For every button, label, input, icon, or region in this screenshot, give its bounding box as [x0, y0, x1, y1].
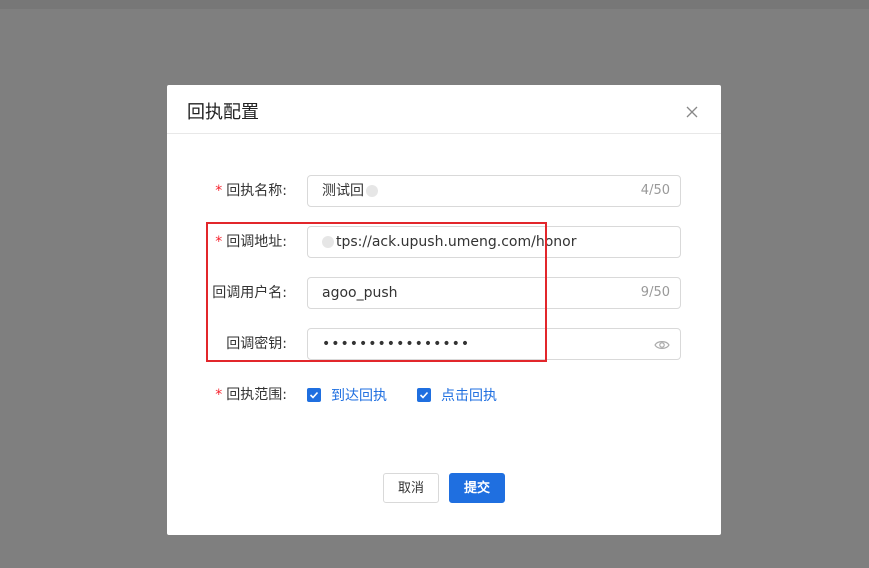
eye-icon — [654, 341, 670, 349]
checkbox-click-receipt[interactable]: 点击回执 — [417, 385, 497, 405]
dialog-header: 回执配置 — [167, 85, 721, 134]
receipt-scope-checkbox-group: 到达回执 点击回执 — [307, 379, 527, 411]
callback-url-label-text: 回调地址: — [226, 234, 287, 250]
callback-username-value: agoo_push — [322, 285, 398, 301]
form-row-receipt-name: * 回执名称: 测试回 4/50 — [167, 175, 721, 207]
form-row-receipt-scope: * 回执范围: 到达回执 点击回执 — [167, 379, 721, 411]
cancel-button[interactable]: 取消 — [383, 473, 439, 503]
top-bar — [0, 0, 869, 9]
toggle-password-visibility-button[interactable] — [654, 337, 670, 351]
close-icon — [686, 106, 698, 118]
form-row-callback-username: 回调用户名: agoo_push 9/50 — [167, 277, 721, 309]
callback-username-count: 9/50 — [640, 285, 670, 300]
callback-username-label: 回调用户名: — [212, 285, 287, 301]
blur-mask — [322, 236, 334, 248]
close-button[interactable] — [682, 102, 702, 122]
form-row-callback-url: * 回调地址: tps://ack.upush.umeng.com/honor — [167, 226, 721, 258]
callback-secret-value: •••••••••••••••• — [322, 336, 471, 352]
receipt-scope-label-text: 回执范围: — [226, 387, 287, 403]
form-row-callback-secret: 回调密钥: •••••••••••••••• — [167, 328, 721, 360]
required-mark: * — [215, 234, 223, 250]
required-mark: * — [215, 387, 223, 403]
receipt-scope-label: * 回执范围: — [215, 379, 287, 411]
callback-secret-input[interactable]: •••••••••••••••• — [307, 328, 681, 360]
checkbox-checked-icon — [417, 388, 431, 402]
callback-url-label: * 回调地址: — [215, 226, 287, 258]
receipt-name-label: * 回执名称: — [215, 175, 287, 207]
checkbox-arrival-receipt[interactable]: 到达回执 — [307, 385, 387, 405]
receipt-name-count: 4/50 — [640, 183, 670, 198]
receipt-name-label-text: 回执名称: — [226, 183, 287, 199]
checkbox-checked-icon — [307, 388, 321, 402]
receipt-name-value-text: 测试回 — [322, 183, 364, 199]
submit-button[interactable]: 提交 — [449, 473, 505, 503]
receipt-config-dialog: 回执配置 * 回执名称: 测试回 4/50 * 回调地址: tps://ack.up… — [167, 85, 721, 535]
blur-mask — [366, 185, 378, 197]
checkbox-label: 到达回执 — [331, 388, 387, 404]
callback-secret-label: 回调密钥: — [226, 336, 287, 352]
receipt-name-input[interactable]: 测试回 4/50 — [307, 175, 681, 207]
dialog-title: 回执配置 — [187, 102, 259, 123]
callback-url-value-text: tps://ack.upush.umeng.com/honor — [336, 234, 577, 250]
callback-username-input[interactable]: agoo_push 9/50 — [307, 277, 681, 309]
receipt-name-value: 测试回 — [322, 176, 380, 206]
checkbox-label: 点击回执 — [441, 388, 497, 404]
callback-url-input[interactable]: tps://ack.upush.umeng.com/honor — [307, 226, 681, 258]
required-mark: * — [215, 183, 223, 199]
callback-url-value: tps://ack.upush.umeng.com/honor — [322, 227, 577, 257]
